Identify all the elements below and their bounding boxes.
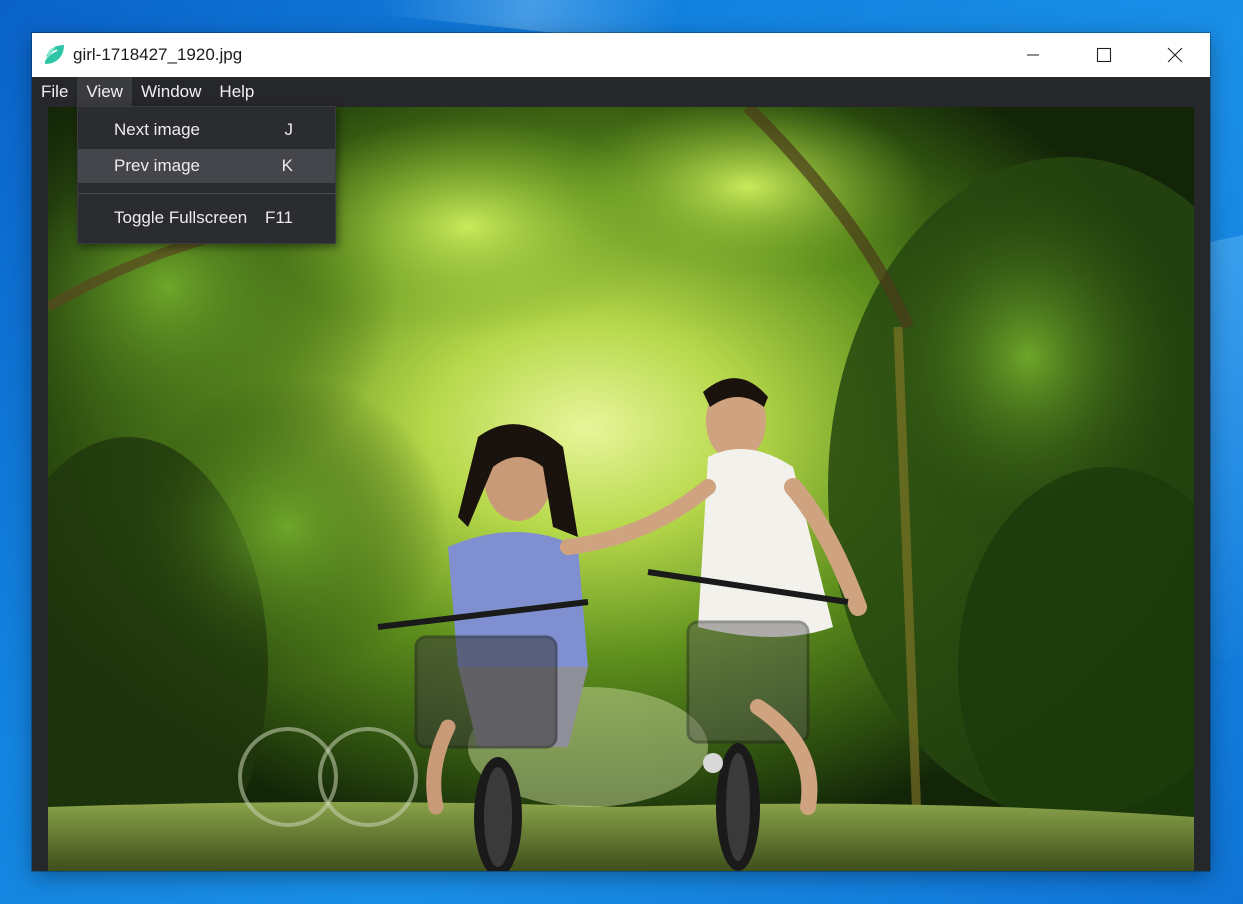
menu-item-prev-image[interactable]: Prev image K bbox=[78, 149, 335, 183]
menu-item-next-image[interactable]: Next image J bbox=[78, 113, 335, 147]
close-icon bbox=[1167, 47, 1182, 63]
menu-item-label: Toggle Fullscreen bbox=[114, 208, 248, 227]
title-bar[interactable]: girl-1718427_1920.jpg bbox=[32, 33, 1210, 77]
menu-separator bbox=[78, 193, 335, 194]
minimize-button[interactable] bbox=[997, 33, 1068, 77]
close-button[interactable] bbox=[1139, 33, 1210, 77]
menu-file[interactable]: File bbox=[32, 77, 77, 107]
window-controls bbox=[997, 33, 1210, 77]
maximize-icon bbox=[1096, 47, 1111, 63]
menu-help[interactable]: Help bbox=[210, 77, 263, 107]
menu-window[interactable]: Window bbox=[132, 77, 210, 107]
menu-item-shortcut: F11 bbox=[264, 208, 293, 227]
menu-view[interactable]: View bbox=[77, 77, 132, 107]
menu-item-label: Next image bbox=[114, 120, 200, 139]
minimize-icon bbox=[1026, 54, 1039, 56]
image-viewer-window: girl-1718427_1920.jpg File View Window H… bbox=[32, 33, 1210, 871]
menu-item-label: Prev image bbox=[114, 156, 200, 175]
window-title: girl-1718427_1920.jpg bbox=[73, 45, 243, 64]
menu-item-toggle-fullscreen[interactable]: Toggle Fullscreen F11 bbox=[78, 201, 335, 235]
menu-bar: File View Window Help bbox=[32, 77, 1210, 107]
leaf-icon bbox=[42, 45, 64, 64]
menu-item-shortcut: J bbox=[284, 120, 294, 139]
view-menu-dropdown: Next image J Prev image K Toggle Fullscr… bbox=[77, 106, 336, 244]
menu-item-shortcut: K bbox=[281, 156, 293, 175]
maximize-button[interactable] bbox=[1068, 33, 1139, 77]
